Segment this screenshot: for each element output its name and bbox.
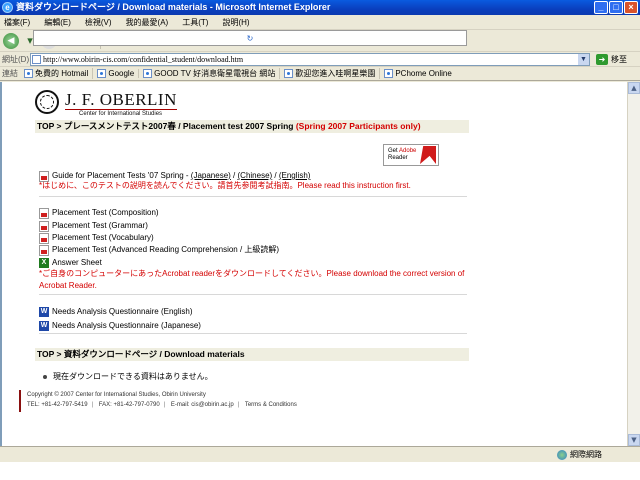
divider — [39, 196, 467, 197]
menu-favorites[interactable]: 我的最愛(A) — [126, 17, 169, 28]
scroll-down-icon[interactable]: ▼ — [628, 434, 640, 446]
back-icon[interactable]: ◀ — [3, 32, 19, 49]
word-icon: W — [39, 307, 49, 317]
title-bar: e 資料ダウンロードページ / Download materials - Mic… — [0, 0, 640, 15]
link-page-icon — [24, 69, 33, 78]
page-footer: Copyright © 2007 Center for Internationa… — [19, 390, 469, 412]
pdf-icon — [39, 220, 49, 232]
window-title: 資料ダウンロードページ / Download materials - Micro… — [16, 2, 331, 12]
zone-label: 網際網路 — [570, 450, 602, 459]
status-bar: 網際網路 — [0, 446, 640, 462]
section-header-text: TOP > 資料ダウンロードページ / Download materials — [37, 349, 245, 359]
address-bar: 網址(D) http://www.obirin-cis.com/confiden… — [0, 52, 640, 67]
page-viewport[interactable]: J. F. OBERLIN Center for International S… — [0, 82, 627, 446]
bullet-icon — [43, 375, 47, 379]
menu-tools[interactable]: 工具(T) — [182, 17, 208, 28]
link-star-paradise[interactable]: 歡迎您進入哇啊星樂園 — [284, 68, 381, 79]
test-advanced-reading-link[interactable]: Placement Test (Advanced Reading Compreh… — [39, 244, 279, 256]
desktop-strip — [0, 462, 640, 480]
scroll-up-icon[interactable]: ▲ — [628, 82, 640, 94]
logo-name: J. F. OBERLIN — [65, 90, 177, 109]
go-button[interactable]: ➜ 移至 — [596, 53, 627, 65]
questionnaire-english-link[interactable]: W Needs Analysis Questionnaire (English) — [39, 306, 193, 318]
test-grammar-link[interactable]: Placement Test (Grammar) — [39, 220, 148, 232]
test-composition-link[interactable]: Placement Test (Composition) — [39, 207, 159, 219]
page-icon — [32, 54, 41, 64]
logo-subtitle: Center for International Studies — [79, 111, 163, 117]
pdf-icon — [39, 232, 49, 244]
security-zone: 網際網路 — [557, 449, 602, 460]
address-input[interactable]: http://www.obirin-cis.com/confidential_s… — [30, 52, 590, 66]
link-page-icon — [97, 69, 107, 78]
get-adobe-reader-button[interactable]: Get Adobe Reader — [383, 144, 439, 166]
links-bar: 連結 免費的 Hotmail Google GOOD TV 好消息衛星電視台 網… — [0, 67, 640, 81]
link-page-icon — [284, 69, 294, 78]
footer-email[interactable]: E-mail: cis@obirin.ac.jp — [171, 402, 234, 408]
no-materials-item: 現在ダウンロードできる資料はありません。 — [39, 371, 213, 383]
menu-view[interactable]: 檢視(V) — [85, 17, 112, 28]
questionnaire-japanese-link[interactable]: W Needs Analysis Questionnaire (Japanese… — [39, 320, 201, 332]
go-label: 移至 — [611, 54, 627, 64]
guide-instruction-note: *はじめに、このテストの説明を読んでください。請首先参閱考試指南。Please … — [39, 181, 411, 190]
address-url: http://www.obirin-cis.com/confidential_s… — [43, 54, 244, 64]
divider — [39, 294, 467, 295]
section-header-download: TOP > 資料ダウンロードページ / Download materials — [35, 348, 469, 361]
footer-terms-link[interactable]: Terms & Conditions — [245, 402, 297, 408]
menu-help[interactable]: 說明(H) — [222, 17, 249, 28]
link-pchome[interactable]: PChome Online — [384, 69, 455, 78]
footer-fax: FAX: +81-42-797-0790 — [98, 402, 160, 408]
excel-icon: X — [39, 258, 49, 268]
oberlin-logo[interactable]: J. F. OBERLIN Center for International S… — [35, 88, 195, 118]
menu-bar: 檔案(F) 編輯(E) 檢視(V) 我的最愛(A) 工具(T) 說明(H) — [0, 15, 640, 30]
footer-copyright: Copyright © 2007 Center for Internationa… — [27, 392, 206, 398]
internet-zone-icon — [557, 449, 567, 460]
vertical-scrollbar[interactable]: ▲ ▼ — [627, 82, 640, 446]
oberlin-seal-icon — [35, 90, 59, 114]
link-page-icon — [384, 69, 394, 78]
close-button[interactable]: × — [624, 1, 638, 14]
test-vocabulary-link[interactable]: Placement Test (Vocabulary) — [39, 232, 154, 244]
links-label: 連結 — [2, 69, 18, 78]
pdf-icon — [39, 207, 49, 219]
link-hotmail[interactable]: 免費的 Hotmail — [24, 68, 94, 79]
address-dropdown-icon[interactable]: ▼ — [578, 53, 589, 65]
maximize-button[interactable]: □ — [609, 1, 623, 14]
menu-edit[interactable]: 編輯(E) — [44, 17, 71, 28]
link-google[interactable]: Google — [97, 69, 140, 78]
toolbar: ◀ ▾ ▶ ▾ ✕ ↻ ⌂ ⚲ ★ ⊕ — [0, 30, 640, 52]
go-arrow-icon: ➜ — [596, 53, 608, 65]
ie-icon: e — [2, 2, 13, 13]
section-header-text: TOP > プレースメントテスト2007春 / Placement test 2… — [37, 121, 294, 131]
refresh-icon[interactable]: ↻ — [33, 30, 467, 46]
pdf-icon — [39, 244, 49, 256]
minimize-button[interactable]: _ — [594, 1, 608, 14]
adobe-logo-icon — [420, 146, 436, 164]
section-header-note: (Spring 2007 Participants only) — [295, 121, 421, 131]
section-header-placement: TOP > プレースメントテスト2007春 / Placement test 2… — [35, 120, 469, 133]
acrobat-download-note: *ご自身のコンピューターにあったAcrobat readerをダウンロードしてく… — [39, 269, 465, 290]
logo-underline — [65, 109, 177, 110]
link-goodtv[interactable]: GOOD TV 好消息衛星電視台 網站 — [143, 68, 281, 79]
address-label: 網址(D) — [2, 54, 30, 64]
word-icon: W — [39, 321, 49, 331]
menu-file[interactable]: 檔案(F) — [4, 17, 30, 28]
link-page-icon — [143, 69, 153, 78]
divider — [39, 333, 467, 334]
footer-tel: TEL: +81-42-797-5419 — [27, 402, 88, 408]
